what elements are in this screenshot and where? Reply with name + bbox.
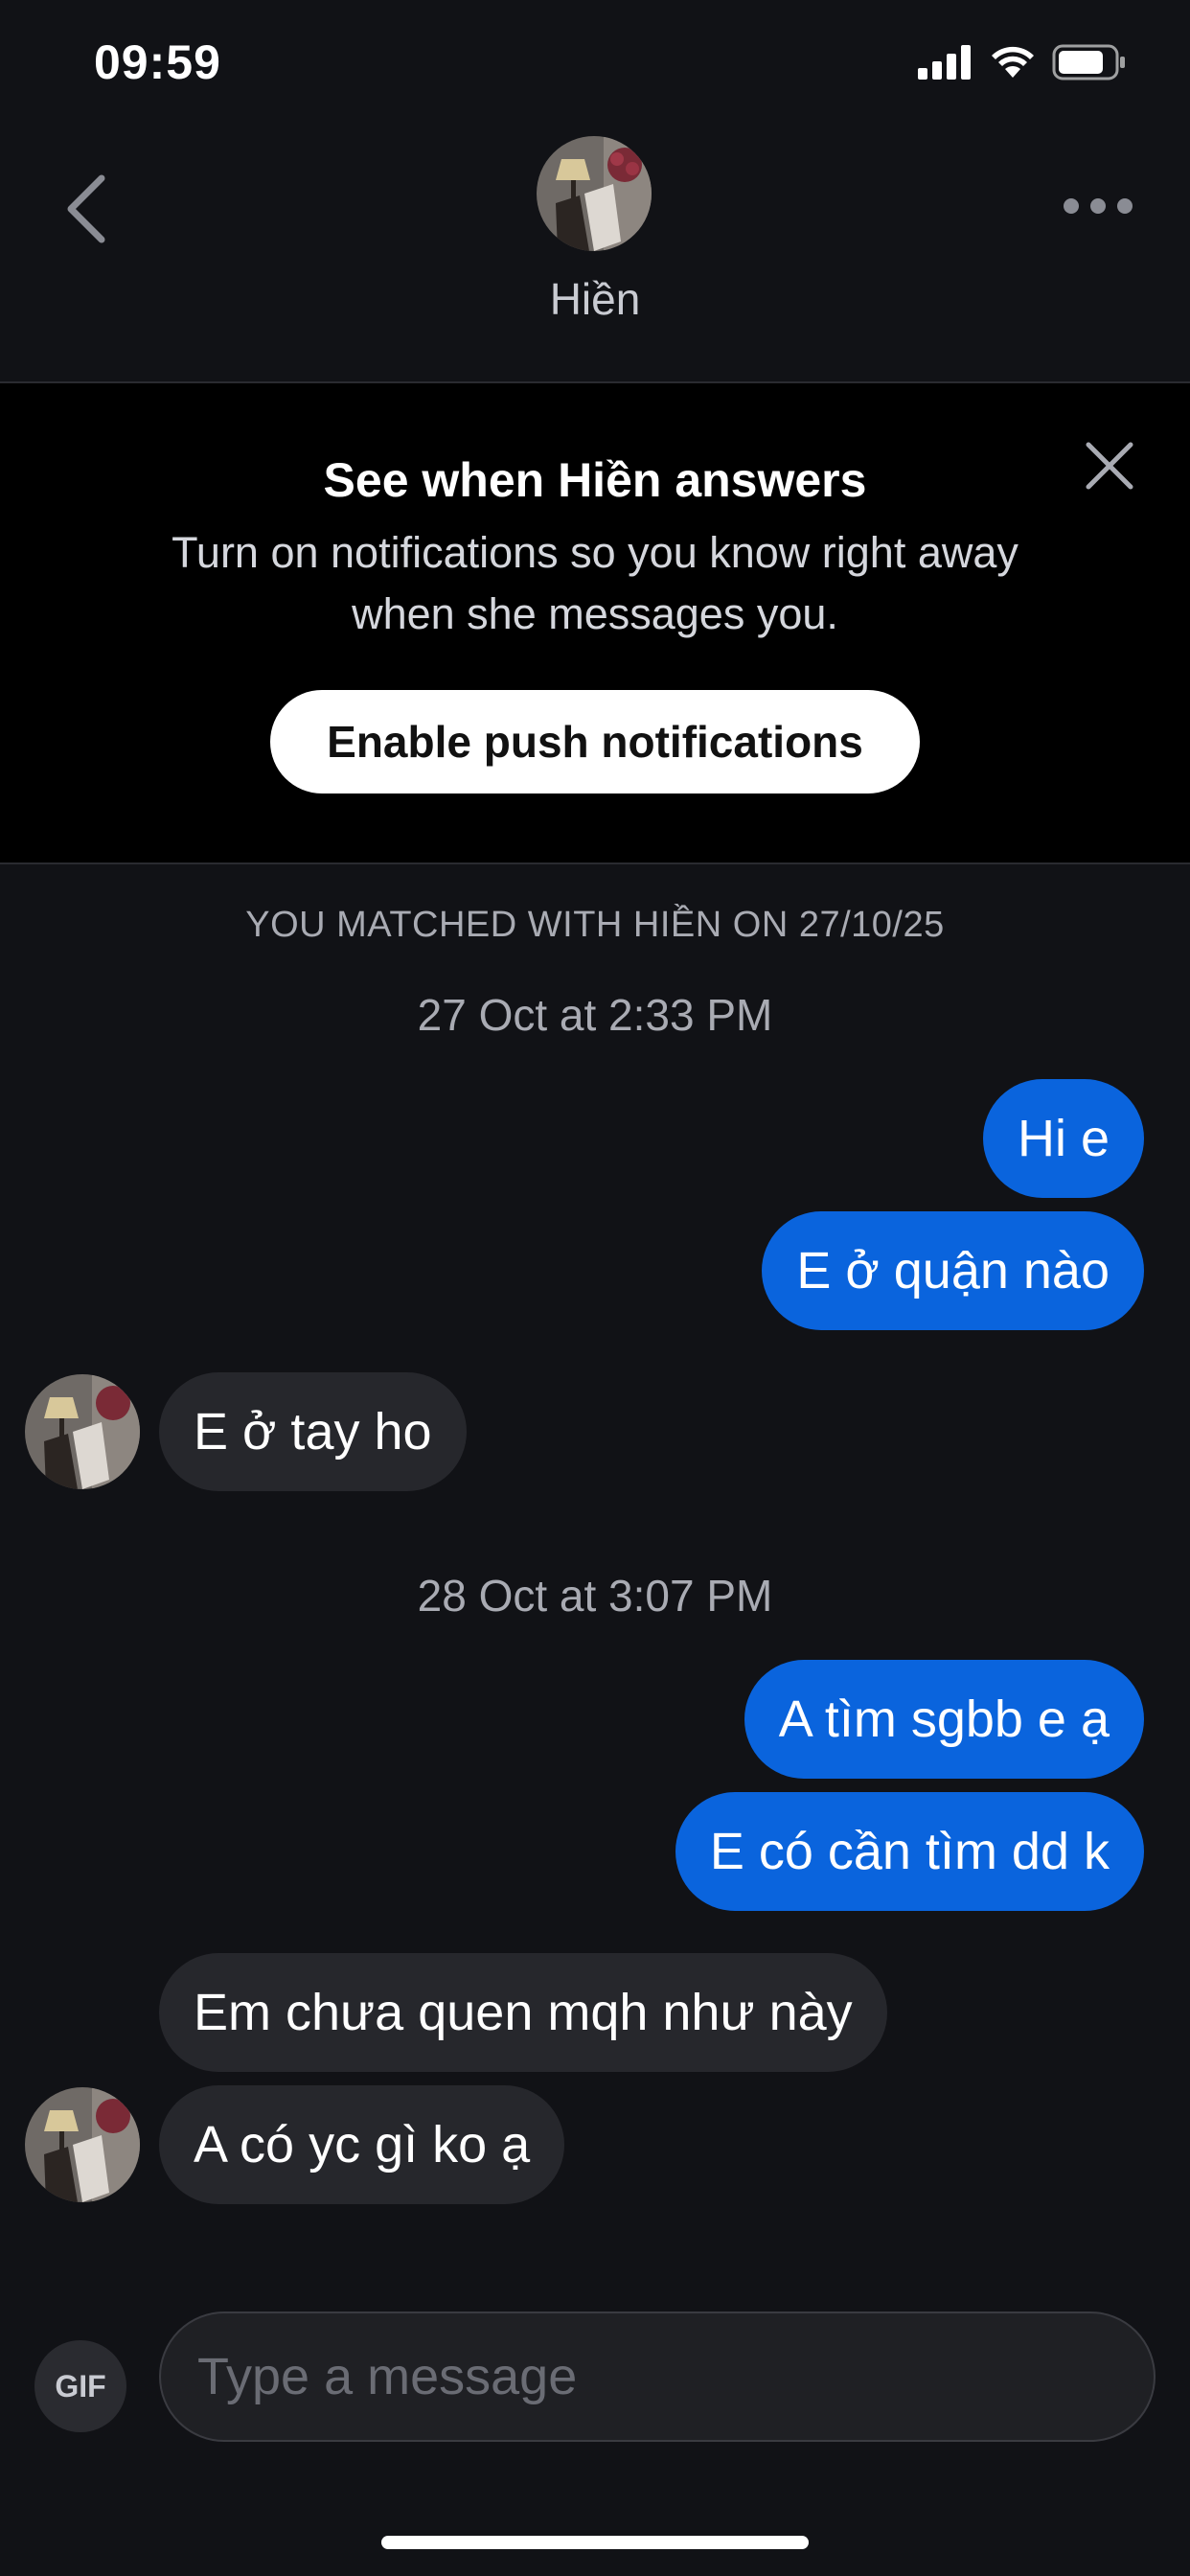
signal-icon <box>918 45 971 80</box>
more-dots-icon[interactable] <box>1062 192 1134 220</box>
notice-title: See when Hiền answers <box>323 453 867 507</box>
incoming-message[interactable]: E ở tay ho <box>159 1372 467 1491</box>
date-separator: 28 Oct at 3:07 PM <box>417 1571 773 1621</box>
incoming-message[interactable]: A có yc gì ko ạ <box>159 2085 565 2204</box>
message-input[interactable]: Type a message <box>159 2312 1156 2442</box>
contact-avatar-small[interactable] <box>25 2087 140 2202</box>
close-icon[interactable] <box>1081 437 1138 494</box>
home-indicator[interactable] <box>381 2536 809 2549</box>
back-chevron-icon[interactable] <box>59 171 117 247</box>
contact-avatar[interactable] <box>537 136 652 251</box>
gif-button[interactable]: GIF <box>34 2340 126 2432</box>
outgoing-message[interactable]: E có cần tìm dd k <box>675 1792 1144 1911</box>
date-separator: 27 Oct at 2:33 PM <box>417 990 773 1040</box>
outgoing-message[interactable]: E ở quận nào <box>762 1211 1144 1330</box>
contact-name[interactable]: Hiền <box>0 273 1190 325</box>
status-time: 09:59 <box>94 35 221 89</box>
wifi-icon <box>992 46 1034 78</box>
match-text: YOU MATCHED WITH HIỀN ON 27/10/25 <box>245 905 945 945</box>
enable-push-button[interactable]: Enable push notifications <box>270 690 920 794</box>
outgoing-message[interactable]: Hi e <box>982 1079 1144 1198</box>
battery-icon <box>1052 44 1125 80</box>
contact-avatar-small[interactable] <box>25 1374 140 1489</box>
notice-divider <box>0 862 1190 864</box>
notice-body: Turn on notifications so you know right … <box>172 528 1018 638</box>
incoming-message[interactable]: Em chưa quen mqh như này <box>159 1953 887 2072</box>
outgoing-message[interactable]: A tìm sgbb e ạ <box>744 1660 1144 1779</box>
status-icons <box>918 44 1127 80</box>
